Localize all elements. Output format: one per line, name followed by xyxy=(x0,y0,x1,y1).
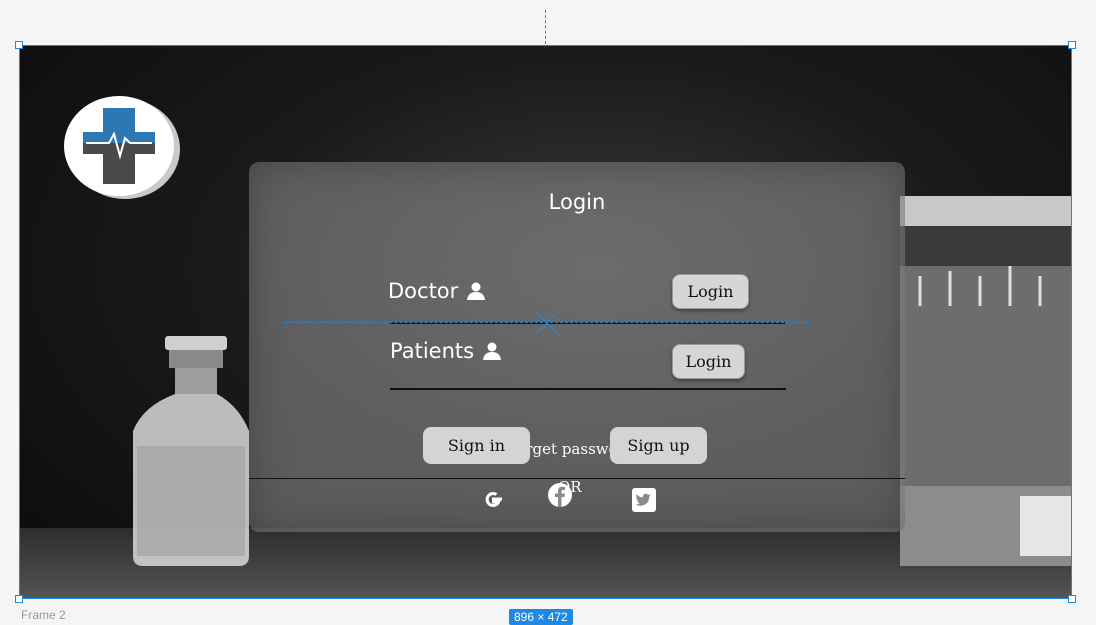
sign-up-button[interactable]: Sign up xyxy=(610,427,707,464)
panel-title: Login xyxy=(548,190,606,214)
resize-handle-top-left[interactable] xyxy=(15,41,23,49)
login-panel: Login Doctor Login Patients Login Forget… xyxy=(249,162,905,532)
doctor-login-button[interactable]: Login xyxy=(672,274,749,309)
frame-size-badge: 896 × 472 xyxy=(509,609,573,625)
facebook-icon[interactable] xyxy=(547,482,573,508)
user-icon xyxy=(483,342,502,360)
social-divider xyxy=(249,478,905,479)
vial-left-image xyxy=(133,336,249,566)
twitter-icon[interactable] xyxy=(631,487,657,513)
resize-handle-top-right[interactable] xyxy=(1068,41,1076,49)
user-icon xyxy=(467,282,486,300)
forget-password-link[interactable]: Forget password ? xyxy=(249,440,905,458)
doctor-label: Doctor xyxy=(388,279,459,303)
patients-label-row: Patients xyxy=(390,339,502,363)
resize-handle-bottom-left[interactable] xyxy=(15,595,23,603)
patients-label: Patients xyxy=(390,339,475,363)
crosshair-icon xyxy=(535,311,559,335)
patients-login-button[interactable]: Login xyxy=(672,344,745,379)
patients-divider xyxy=(390,388,786,390)
google-icon[interactable] xyxy=(480,486,506,512)
beaker-right-image xyxy=(900,196,1071,566)
frame-name-label[interactable]: Frame 2 xyxy=(21,608,66,622)
resize-handle-bottom-right[interactable] xyxy=(1068,595,1076,603)
vertical-guide xyxy=(545,10,546,44)
sign-in-button[interactable]: Sign in xyxy=(423,427,530,464)
medical-cross-logo xyxy=(64,96,174,196)
frame-2[interactable]: Login Doctor Login Patients Login Forget… xyxy=(19,45,1072,599)
doctor-label-row: Doctor xyxy=(388,279,486,303)
